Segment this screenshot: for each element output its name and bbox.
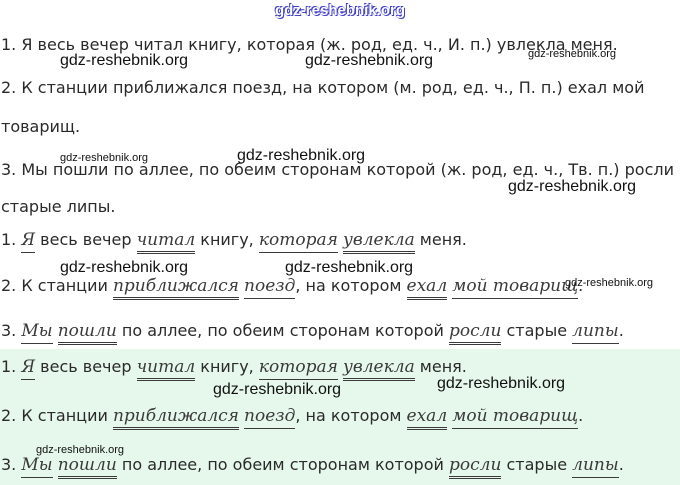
block3-sentence-3: 3. Мы пошли по аллее, по обеим сторонам … bbox=[1, 455, 624, 479]
plain-text: весь вечер bbox=[35, 230, 137, 249]
subject-word: поезд bbox=[244, 406, 296, 429]
predicate-word: пошли bbox=[57, 321, 117, 345]
watermark-text: gdz-reshebnik.org bbox=[60, 52, 189, 69]
plain-text: , на котором bbox=[295, 406, 407, 425]
plain-text: старые bbox=[501, 455, 573, 474]
plain-text: . bbox=[618, 321, 624, 340]
subject-word: Я bbox=[21, 230, 36, 253]
predicate-word: увлекла bbox=[342, 230, 415, 254]
plain-text: старые bbox=[501, 321, 573, 340]
subject-word: липы bbox=[572, 321, 619, 344]
sentence-number: 1. bbox=[1, 357, 22, 376]
watermark-text: gdz-reshebnik.org bbox=[508, 178, 637, 195]
watermark-text: gdz-reshebnik.org bbox=[213, 381, 342, 398]
sentence-number: 2. К станции bbox=[1, 406, 113, 425]
watermark-text: gdz-reshebnik.org bbox=[528, 48, 617, 60]
plain-text: книгу, bbox=[195, 230, 259, 249]
sentence-number: 3. bbox=[1, 321, 22, 340]
sentence-number: 3. bbox=[1, 455, 22, 474]
plain-text: по аллее, по обеим сторонам которой bbox=[116, 455, 449, 474]
plain-text bbox=[53, 321, 58, 340]
plain-text: по аллее, по обеим сторонам которой bbox=[116, 321, 449, 340]
subject-word: которая bbox=[258, 357, 338, 380]
watermark-text: gdz-reshebnik.org bbox=[60, 152, 149, 164]
predicate-word: читал bbox=[136, 357, 196, 381]
predicate-word: росли bbox=[448, 455, 502, 479]
plain-text: , на котором bbox=[295, 276, 407, 295]
sentence-number: 2. К станции bbox=[1, 276, 113, 295]
plain-text: книгу, bbox=[195, 357, 259, 376]
watermark-text: gdz-reshebnik.org bbox=[237, 147, 366, 164]
block3-sentence-1: 1. Я весь вечер читал книгу, которая увл… bbox=[1, 357, 467, 381]
subject-word: которая bbox=[258, 230, 338, 253]
watermark-text: gdz-reshebnik.org bbox=[36, 444, 125, 456]
block3-sentence-2: 2. К станции приближался поезд, на котор… bbox=[1, 406, 584, 430]
plain-text: весь вечер bbox=[35, 357, 137, 376]
watermark-text: gdz-reshebnik.org bbox=[565, 277, 654, 289]
predicate-word: приближался bbox=[112, 276, 239, 300]
watermark-text: gdz-reshebnik.org bbox=[437, 375, 566, 392]
plain-text: меня. bbox=[414, 230, 467, 249]
predicate-word: ехал bbox=[406, 276, 448, 300]
predicate-word: пошли bbox=[57, 455, 117, 479]
watermark-text: gdz-reshebnik.org bbox=[305, 52, 434, 69]
subject-word: липы bbox=[572, 455, 619, 478]
watermark-text: gdz-reshebnik.org bbox=[285, 259, 414, 276]
watermark-text: gdz-reshebnik.org bbox=[60, 259, 189, 276]
plain-text: . bbox=[578, 406, 584, 425]
subject-word: Мы bbox=[21, 321, 53, 344]
block1-sentence-2a: 2. К станции приближался поезд, на котор… bbox=[1, 78, 645, 97]
subject-word: Я bbox=[21, 357, 36, 380]
predicate-word: увлекла bbox=[342, 357, 415, 381]
subject-word: мой товарищ bbox=[452, 276, 579, 299]
plain-text: . bbox=[618, 455, 624, 474]
predicate-word: приближался bbox=[112, 406, 239, 430]
predicate-word: росли bbox=[448, 321, 502, 345]
subject-word: мой товарищ bbox=[452, 406, 579, 429]
predicate-word: ехал bbox=[406, 406, 448, 430]
block1-sentence-2b: товарищ. bbox=[1, 117, 81, 136]
site-header-watermark: gdz-reshebnik.org bbox=[274, 2, 405, 19]
block2-sentence-2: 2. К станции приближался поезд, на котор… bbox=[1, 276, 583, 300]
predicate-word: читал bbox=[136, 230, 196, 254]
block1-sentence-3b: старые липы. bbox=[1, 197, 116, 216]
block2-sentence-1: 1. Я весь вечер читал книгу, которая увл… bbox=[1, 230, 467, 254]
subject-word: Мы bbox=[21, 455, 53, 478]
plain-text: меня. bbox=[414, 357, 467, 376]
sentence-number: 1. bbox=[1, 230, 22, 249]
plain-text bbox=[53, 455, 58, 474]
block2-sentence-3: 3. Мы пошли по аллее, по обеим сторонам … bbox=[1, 321, 624, 345]
subject-word: поезд bbox=[244, 276, 296, 299]
